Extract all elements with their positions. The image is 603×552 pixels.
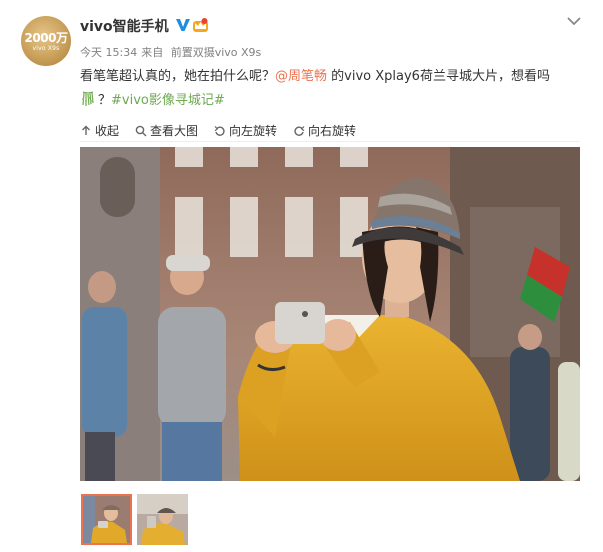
post-text-part-3: ？ bbox=[98, 93, 112, 108]
image-toolbar: 收起 查看大图 向左旋转 向右旋转 bbox=[80, 122, 372, 139]
avatar[interactable]: 2000万 vivo X9s bbox=[21, 16, 71, 66]
rotate-right-button[interactable]: 向右旋转 bbox=[293, 122, 356, 139]
rotate-left-icon bbox=[214, 125, 225, 136]
account-name[interactable]: vivo智能手机 bbox=[80, 16, 169, 36]
avatar-subtitle: vivo X9s bbox=[32, 45, 60, 52]
hashtag-link[interactable]: #vivo影像寻城记# bbox=[111, 93, 225, 108]
post-text: 看笔笔超认真的，她在拍什么呢？@周笔畅 的vivo Xplay6荷兰寻城大片，想… bbox=[80, 65, 590, 113]
mention-link[interactable]: @周笔畅 bbox=[275, 69, 327, 84]
thumbnail-2[interactable] bbox=[137, 494, 188, 545]
post-source[interactable]: 前置双摄vivo X9s bbox=[171, 46, 262, 59]
post-time[interactable]: 今天 15:34 bbox=[80, 46, 137, 59]
crown-icon[interactable] bbox=[192, 17, 209, 33]
avatar-number: 2000万 bbox=[24, 31, 68, 45]
search-icon bbox=[135, 125, 147, 136]
rotate-left-label: 向左旋转 bbox=[229, 124, 278, 138]
willow-emoji-icon bbox=[82, 91, 94, 106]
source-prefix: 来自 bbox=[141, 46, 164, 59]
chevron-down-icon[interactable] bbox=[566, 14, 582, 28]
arrow-up-icon bbox=[82, 125, 90, 135]
collapse-label: 收起 bbox=[95, 124, 120, 138]
verified-icon[interactable] bbox=[175, 17, 191, 33]
view-large-button[interactable]: 查看大图 bbox=[135, 122, 198, 139]
post-text-part-2: 的vivo Xplay6荷兰寻城大片，想看吗 bbox=[327, 69, 550, 84]
thumbnail-1[interactable] bbox=[81, 494, 132, 545]
collapse-button[interactable]: 收起 bbox=[80, 122, 119, 139]
post-text-part-1: 看笔笔超认真的，她在拍什么呢？ bbox=[80, 69, 276, 84]
view-large-label: 查看大图 bbox=[150, 124, 199, 138]
rotate-right-icon bbox=[294, 125, 305, 136]
divider bbox=[80, 141, 580, 142]
post-meta: 今天 15:34 来自 前置双摄vivo X9s bbox=[80, 44, 261, 60]
rotate-left-button[interactable]: 向左旋转 bbox=[214, 122, 277, 139]
rotate-right-label: 向右旋转 bbox=[308, 124, 357, 138]
post-photo[interactable] bbox=[80, 147, 580, 481]
